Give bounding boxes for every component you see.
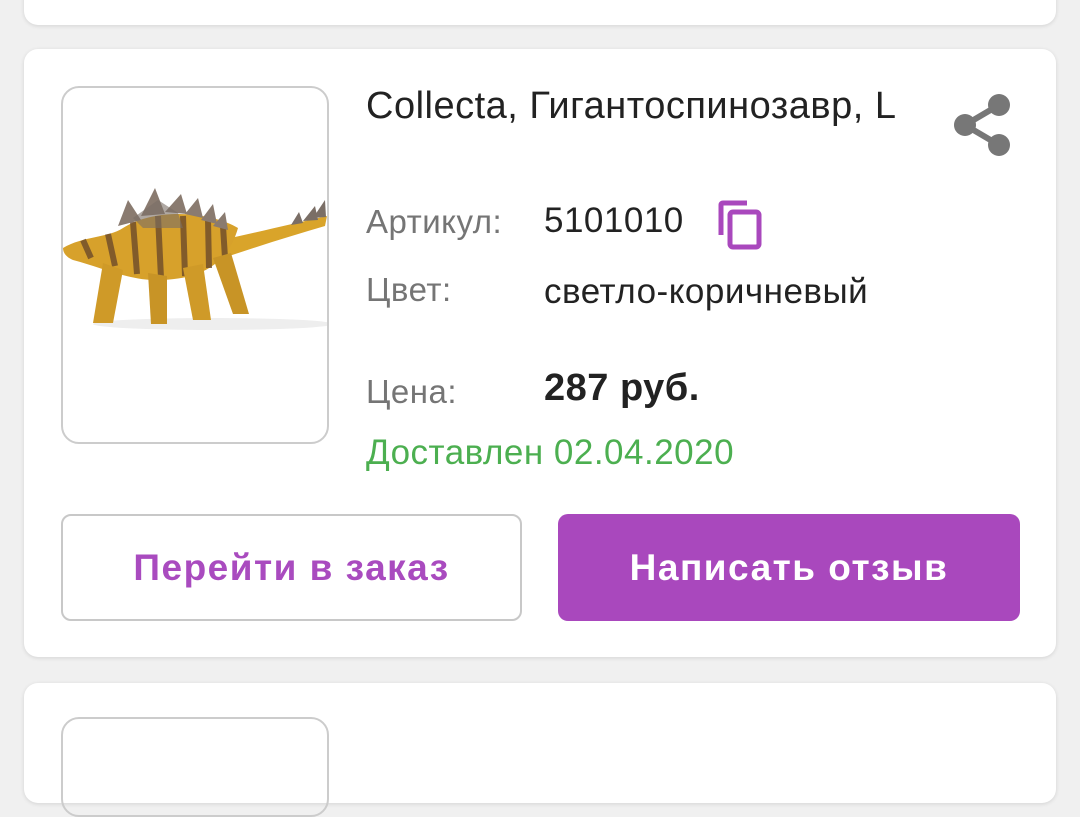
product-image[interactable] xyxy=(61,86,329,444)
sku-label: Артикул: xyxy=(366,203,503,240)
product-title[interactable]: Collecta, Гигантоспинозавр, L xyxy=(366,83,926,129)
order-item-card: Collecta, Гигантоспинозавр, L Артикул: 5… xyxy=(24,49,1056,657)
sku-value: 5101010 xyxy=(544,201,684,240)
color-value: светло-коричневый xyxy=(544,272,869,311)
price-value: 287 руб. xyxy=(544,367,700,409)
write-review-button[interactable]: Написать отзыв xyxy=(558,514,1020,621)
dinosaur-image xyxy=(63,188,327,330)
color-label: Цвет: xyxy=(366,271,452,308)
delivery-status: Доставлен 02.04.2020 xyxy=(366,433,735,472)
share-icon[interactable] xyxy=(949,89,1019,159)
next-product-image[interactable] xyxy=(61,717,329,817)
go-to-order-button[interactable]: Перейти в заказ xyxy=(61,514,522,621)
price-label: Цена: xyxy=(366,373,458,410)
next-order-card xyxy=(24,683,1056,817)
copy-icon[interactable] xyxy=(717,199,765,251)
previous-order-card xyxy=(24,0,1056,25)
